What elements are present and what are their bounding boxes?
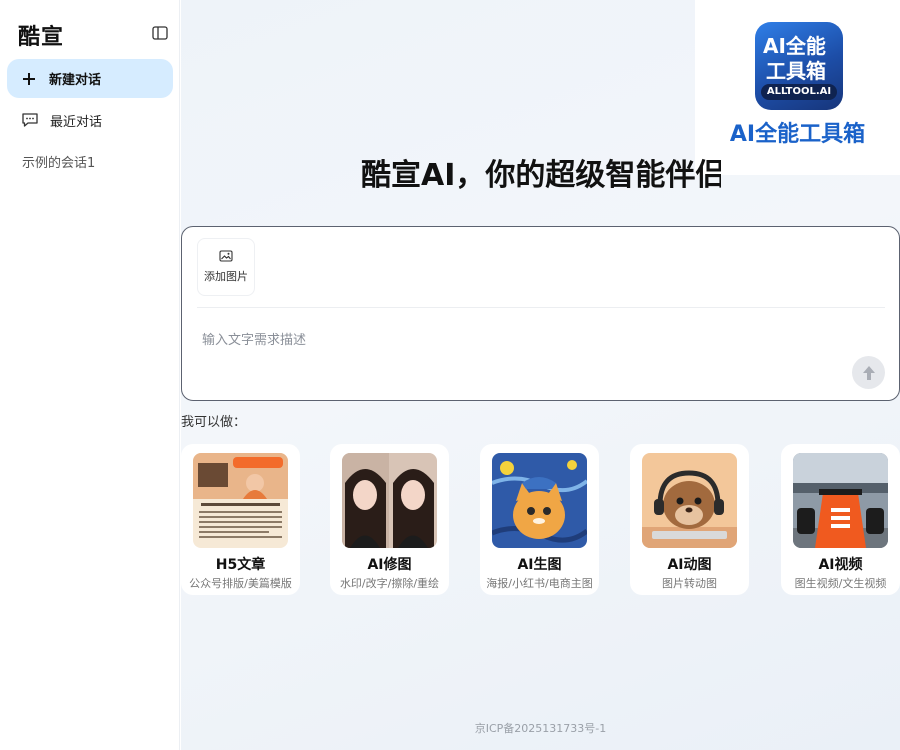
new-chat-label: 新建对话 xyxy=(49,73,102,88)
recent-chats-label: 最近对话 xyxy=(50,114,103,130)
feature-card-animation[interactable]: AI动图 图片转动图 xyxy=(630,444,749,595)
starry-cat-image xyxy=(492,453,587,548)
feature-card-video[interactable]: AI视频 图生视频/文生视频 xyxy=(781,444,900,595)
session-item[interactable]: 示例的会话1 xyxy=(22,152,95,171)
logo-badge: ALLTOOL.AI xyxy=(761,84,837,100)
card-subtitle: 公众号排版/美篇模版 xyxy=(189,577,292,590)
logo-line-2: 工具箱 xyxy=(766,59,826,83)
card-subtitle: 水印/改字/擦除/重绘 xyxy=(339,577,440,590)
card-subtitle: 图生视频/文生视频 xyxy=(794,577,887,590)
portrait-image xyxy=(342,453,437,548)
page-headline: 酷宣AI，你的超级智能伴侣 xyxy=(361,158,721,193)
send-button[interactable] xyxy=(852,356,885,389)
ad-name: AI全能工具箱 xyxy=(729,122,866,147)
card-title: AI视频 xyxy=(818,557,863,573)
alltool-logo: AI全能 工具箱 ALLTOOL.AI xyxy=(755,22,843,110)
card-title: AI生图 xyxy=(517,557,562,573)
add-image-label: 添加图片 xyxy=(204,270,248,283)
add-image-button[interactable]: 添加图片 xyxy=(197,238,255,296)
card-subtitle: 海报/小红书/电商主图 xyxy=(486,577,593,590)
prompt-input[interactable] xyxy=(202,320,842,360)
h5-article-image xyxy=(193,453,288,548)
card-title: AI修图 xyxy=(367,557,412,573)
otter-image xyxy=(642,453,737,548)
feature-card-retouch[interactable]: AI修图 水印/改字/擦除/重绘 xyxy=(330,444,449,595)
features-heading: 我可以做： xyxy=(181,415,247,430)
plus-icon xyxy=(23,72,35,85)
brand-title: 酷宣 xyxy=(18,25,65,50)
feature-card-image-gen[interactable]: AI生图 海报/小红书/电商主图 xyxy=(480,444,599,595)
race-car-image xyxy=(793,453,888,548)
composer: 添加图片 xyxy=(181,226,900,401)
composer-divider xyxy=(197,307,885,308)
ad-banner[interactable]: AI全能 工具箱 ALLTOOL.AI AI全能工具箱 xyxy=(695,0,900,175)
card-title: H5文章 xyxy=(215,557,266,573)
icp-footer[interactable]: 京ICP备2025131733号-1 xyxy=(181,720,900,736)
new-chat-button[interactable]: 新建对话 xyxy=(7,59,173,98)
sidebar-toggle-icon[interactable] xyxy=(152,26,168,40)
feature-card-h5[interactable]: H5文章 公众号排版/美篇模版 xyxy=(181,444,300,595)
card-title: AI动图 xyxy=(667,557,712,573)
card-subtitle: 图片转动图 xyxy=(662,577,717,590)
chat-bubble-icon xyxy=(22,113,38,127)
recent-chats-button[interactable]: 最近对话 xyxy=(7,104,173,136)
logo-line-1: AI全能 xyxy=(763,34,826,58)
main-area: AI全能 工具箱 ALLTOOL.AI AI全能工具箱 酷宣AI，你的超级智能伴… xyxy=(181,0,900,750)
sidebar: 酷宣 新建对话 最近对话 示例的会话1 xyxy=(0,0,180,750)
arrow-up-icon xyxy=(862,365,875,380)
image-icon xyxy=(219,250,233,262)
